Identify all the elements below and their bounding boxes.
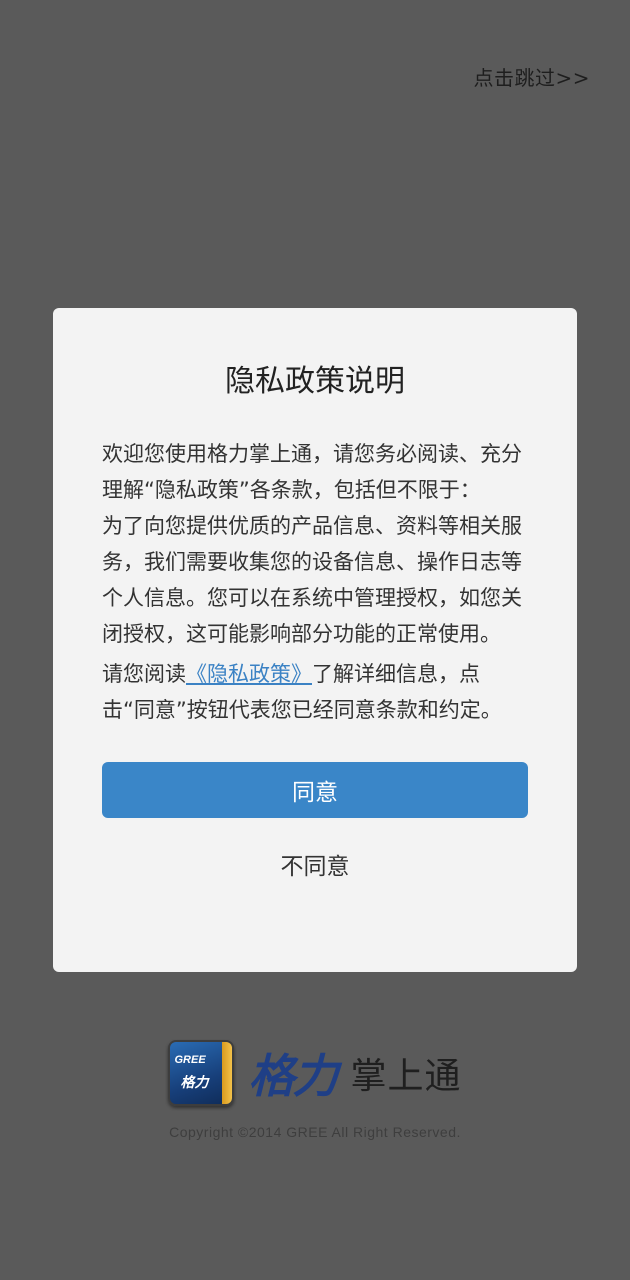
app-name: 掌上通 — [350, 1056, 462, 1097]
privacy-consent-text: 请您阅读《隐私政策》了解详细信息，点击“同意”按钮代表您已经同意条款和约定。 — [102, 656, 528, 728]
skip-button[interactable]: 点击跳过>> — [473, 62, 590, 91]
copyright-text: Copyright ©2014 GREE All Right Reserved. — [169, 1124, 461, 1140]
agree-button[interactable]: 同意 — [102, 762, 528, 818]
consent-text-before: 请您阅读 — [102, 662, 186, 686]
app-icon-book-edge — [222, 1042, 233, 1104]
brand-logo: GREE 格力 格力 掌上通 — [0, 1040, 630, 1106]
app-icon-glyph: 格力 — [180, 1075, 209, 1091]
gree-logo-mark: 格力 — [248, 1049, 338, 1103]
app-icon-brand-text: GREE — [174, 1054, 206, 1066]
privacy-dialog: 隐私政策说明 欢迎您使用格力掌上通，请您务必阅读、充分理解“隐私政策”各条款，包… — [53, 308, 577, 972]
disagree-button[interactable]: 不同意 — [102, 838, 528, 890]
dialog-title: 隐私政策说明 — [225, 364, 405, 399]
privacy-policy-link[interactable]: 《隐私政策》 — [186, 662, 312, 686]
privacy-detail-text: 为了向您提供优质的产品信息、资料等相关服务，我们需要收集您的设备信息、操作日志等… — [102, 514, 522, 646]
privacy-intro-text: 欢迎您使用格力掌上通，请您务必阅读、充分理解“隐私政策”各条款，包括但不限于： — [102, 442, 522, 502]
app-icon: GREE 格力 — [168, 1040, 235, 1106]
